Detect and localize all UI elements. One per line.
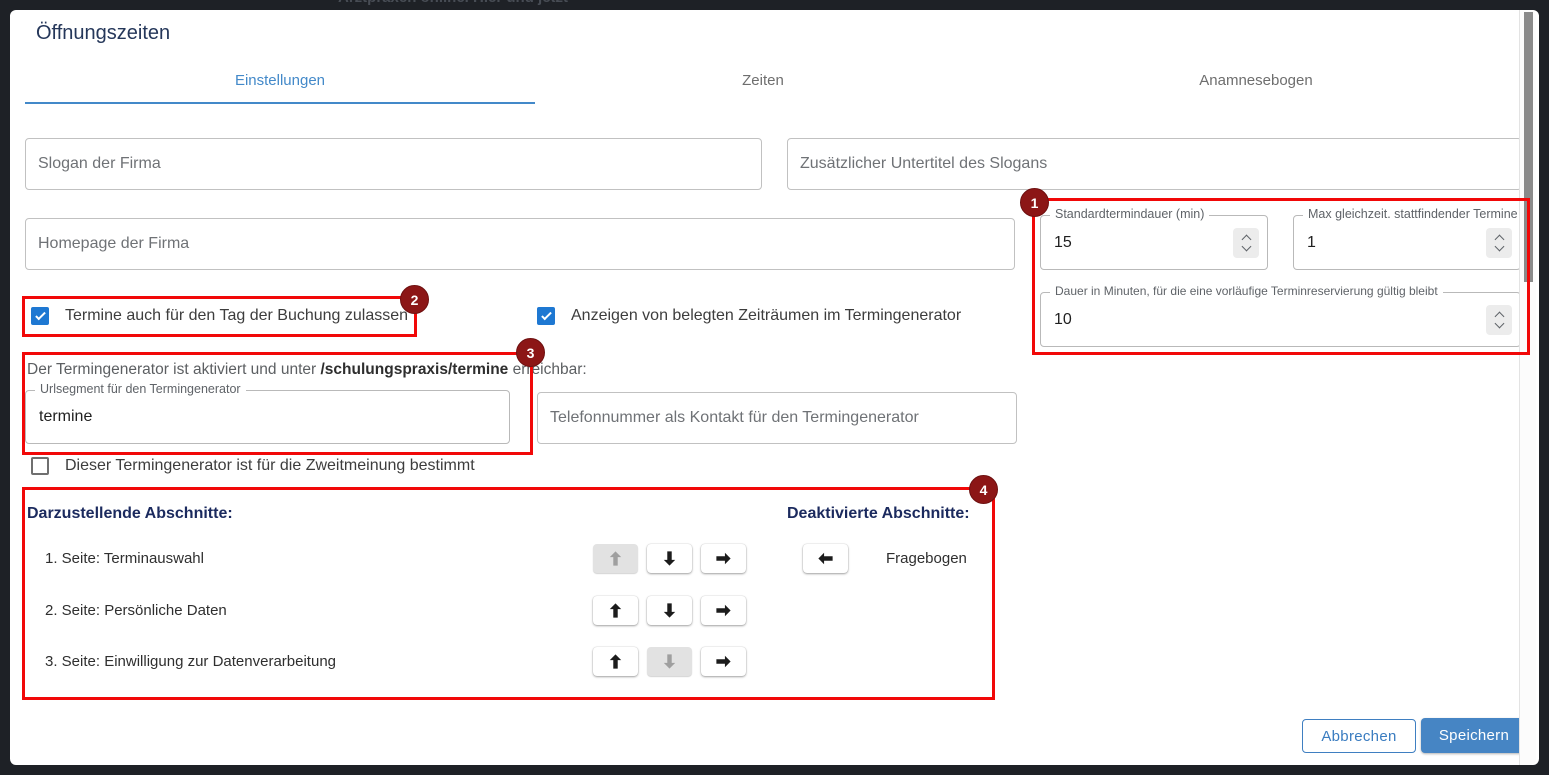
zweitmeinung-checkbox[interactable]	[31, 457, 49, 475]
arrow-right-icon	[714, 601, 733, 620]
arrow-down-icon	[660, 652, 679, 671]
zweitmeinung-label: Dieser Termingenerator ist für die Zweit…	[65, 457, 475, 475]
tab-anamnesebogen[interactable]: Anamnesebogen	[991, 58, 1521, 102]
arrow-down-icon	[660, 601, 679, 620]
arrow-right-icon	[714, 652, 733, 671]
slogan-field[interactable]	[25, 138, 762, 190]
move-down-button[interactable]	[647, 544, 692, 573]
oeffnungszeiten-dialog: Öffnungszeiten Einstellungen Zeiten Anam…	[10, 10, 1539, 765]
inactive-sections-heading: Deaktivierte Abschnitte:	[787, 505, 970, 523]
arrow-right-icon	[714, 549, 733, 568]
check-icon	[35, 310, 46, 321]
move-up-button[interactable]	[593, 596, 638, 625]
zweitmeinung-checkbox-row: Dieser Termingenerator ist für die Zweit…	[31, 457, 475, 475]
max-termine-stepper[interactable]	[1486, 228, 1512, 258]
untertitel-field[interactable]	[787, 138, 1522, 190]
generator-url-path: /schulungspraxis/termine	[321, 361, 509, 378]
save-button[interactable]: Speichern	[1421, 718, 1527, 753]
reservierung-stepper[interactable]	[1486, 305, 1512, 335]
move-down-button[interactable]	[647, 596, 692, 625]
move-down-button	[647, 647, 692, 676]
section-row-label: 2. Seite: Persönliche Daten	[45, 602, 227, 619]
inactive-section-label: Fragebogen	[886, 550, 967, 567]
section-row-label: 3. Seite: Einwilligung zur Datenverarbei…	[45, 653, 336, 670]
backdrop: Arztpraxen online. Hier und jetzt Öffnun…	[0, 0, 1549, 775]
section-row-label: 1. Seite: Terminauswahl	[45, 550, 204, 567]
arrow-up-icon	[606, 652, 625, 671]
move-up-button	[593, 544, 638, 573]
scrollbar-track[interactable]	[1519, 10, 1536, 765]
same-day-checkbox-row: Termine auch für den Tag der Buchung zul…	[31, 307, 408, 325]
dialog-title: Öffnungszeiten	[36, 22, 170, 45]
same-day-label: Termine auch für den Tag der Buchung zul…	[65, 307, 408, 325]
arrow-up-icon	[606, 549, 625, 568]
stepper-down-icon[interactable]	[1494, 318, 1504, 328]
deactivate-section-button[interactable]	[701, 596, 746, 625]
deactivate-section-button[interactable]	[701, 647, 746, 676]
tab-einstellungen[interactable]: Einstellungen	[25, 58, 535, 102]
active-sections-heading: Darzustellende Abschnitte:	[27, 505, 233, 523]
reservierung-input[interactable]	[1041, 293, 1520, 346]
show-busy-checkbox-row: Anzeigen von belegten Zeiträumen im Term…	[537, 307, 961, 325]
urlsegment-label: Urlsegment für den Termingenerator	[35, 382, 246, 396]
telefon-field[interactable]	[537, 392, 1017, 444]
max-termine-label: Max gleichzeit. stattfindender Termine	[1303, 207, 1523, 221]
standarddauer-stepper[interactable]	[1233, 228, 1259, 258]
generator-info-text: Der Termingenerator ist aktiviert und un…	[27, 361, 587, 379]
tab-bar: Einstellungen Zeiten Anamnesebogen	[25, 58, 1521, 102]
scrollbar-thumb[interactable]	[1524, 12, 1533, 282]
move-up-button[interactable]	[593, 647, 638, 676]
backdrop-clipped-text: Arztpraxen online. Hier und jetzt	[338, 0, 568, 6]
telefon-input[interactable]	[538, 393, 1016, 443]
annotation-badge-1: 1	[1020, 188, 1049, 217]
arrow-up-icon	[606, 601, 625, 620]
untertitel-input[interactable]	[788, 139, 1521, 189]
tab-zeiten[interactable]: Zeiten	[535, 58, 991, 102]
homepage-field[interactable]	[25, 218, 1015, 270]
reservierung-label: Dauer in Minuten, für die eine vorläufig…	[1050, 284, 1443, 298]
show-busy-label: Anzeigen von belegten Zeiträumen im Term…	[571, 307, 961, 325]
slogan-input[interactable]	[26, 139, 761, 189]
max-termine-field[interactable]: Max gleichzeit. stattfindender Termine	[1293, 215, 1521, 270]
reservierung-field[interactable]: Dauer in Minuten, für die eine vorläufig…	[1040, 292, 1521, 347]
stepper-down-icon[interactable]	[1241, 241, 1251, 251]
active-tab-indicator	[25, 102, 535, 104]
urlsegment-input[interactable]	[26, 391, 509, 443]
stepper-down-icon[interactable]	[1494, 241, 1504, 251]
standarddauer-field[interactable]: Standardtermindauer (min)	[1040, 215, 1268, 270]
annotation-badge-4: 4	[969, 475, 998, 504]
deactivate-section-button[interactable]	[701, 544, 746, 573]
standarddauer-label: Standardtermindauer (min)	[1050, 207, 1209, 221]
homepage-input[interactable]	[26, 219, 1014, 269]
cancel-button[interactable]: Abbrechen	[1302, 719, 1416, 753]
arrow-down-icon	[660, 549, 679, 568]
activate-section-button[interactable]	[803, 544, 848, 573]
check-icon	[541, 310, 552, 321]
show-busy-checkbox[interactable]	[537, 307, 555, 325]
same-day-checkbox[interactable]	[31, 307, 49, 325]
arrow-left-icon	[816, 549, 835, 568]
urlsegment-field[interactable]: Urlsegment für den Termingenerator	[25, 390, 510, 444]
